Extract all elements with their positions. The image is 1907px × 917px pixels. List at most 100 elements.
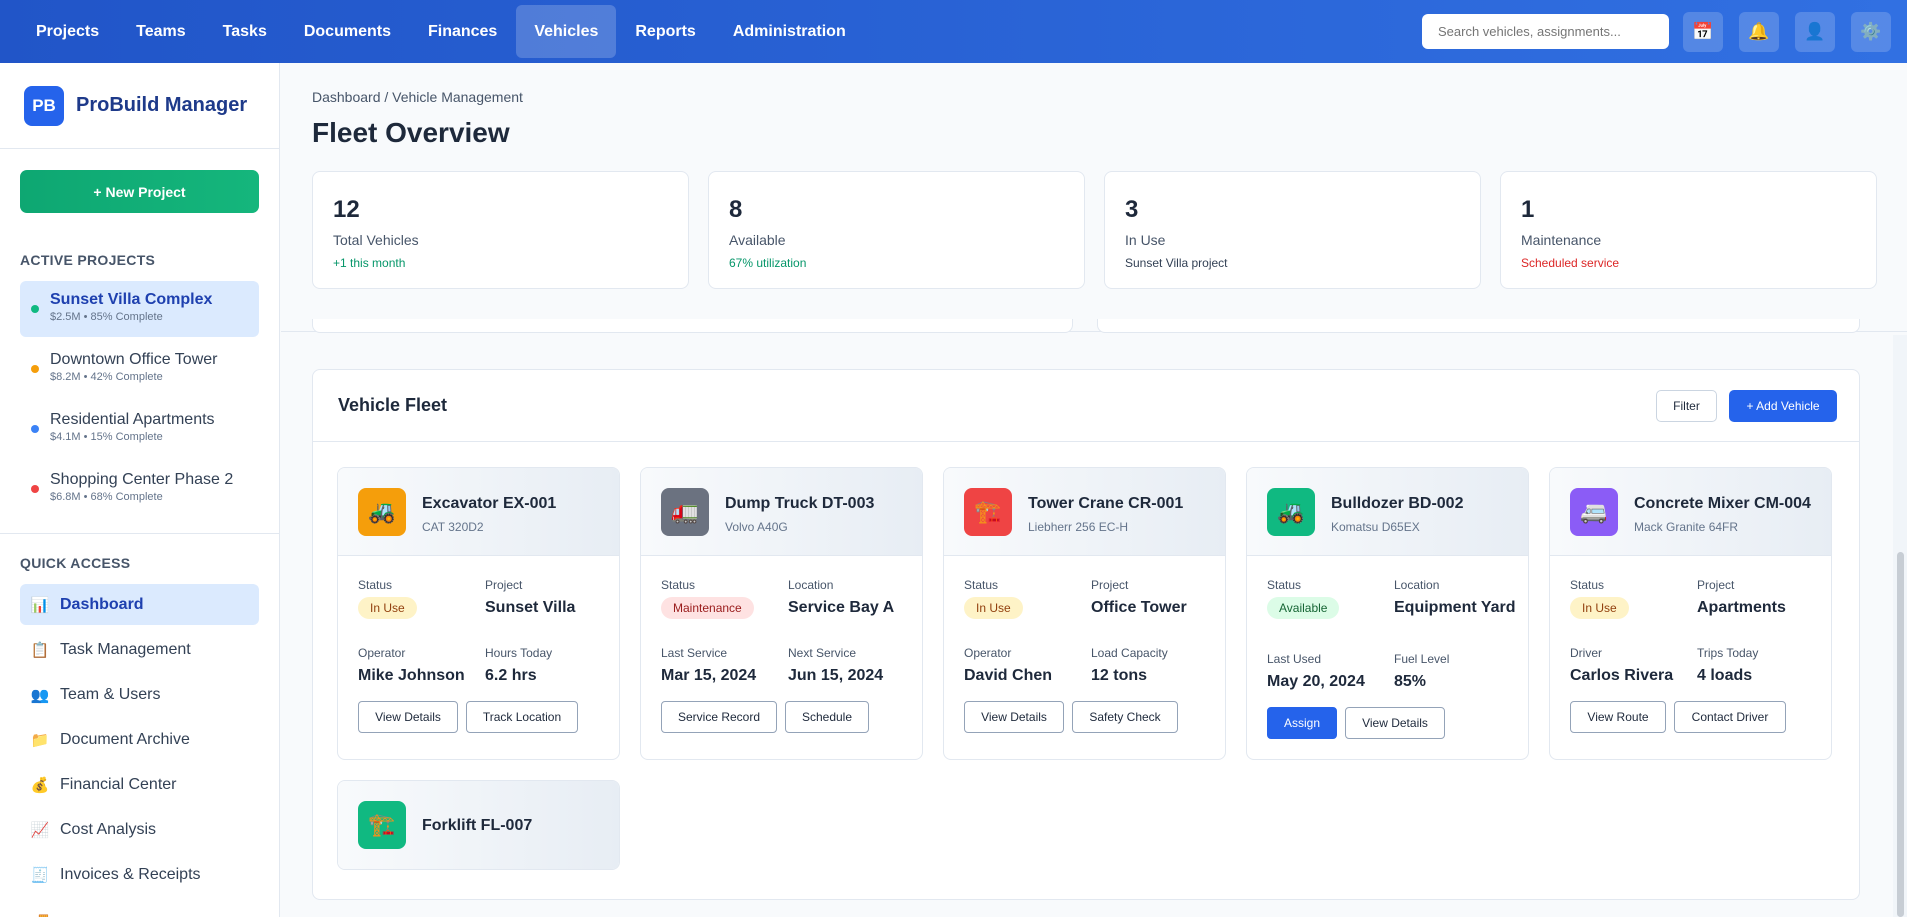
project-field: Project Office Tower xyxy=(1091,578,1216,618)
truck-icon: 🚛 xyxy=(661,488,709,536)
vehicle-model: Volvo A40G xyxy=(725,520,788,534)
field-label: Project xyxy=(485,578,523,592)
project-name: Residential Apartments xyxy=(50,411,215,428)
quick-financial-center[interactable]: 💰 Financial Center xyxy=(20,764,259,805)
quick-label: Task Management xyxy=(60,640,191,658)
project-name: Sunset Villa Complex xyxy=(50,291,213,308)
add-vehicle-button[interactable]: + Add Vehicle xyxy=(1729,390,1837,422)
breadcrumb: Dashboard / Vehicle Management xyxy=(312,89,523,105)
view-details-button[interactable]: View Details xyxy=(1345,707,1445,739)
stat-subtext: 67% utilization xyxy=(729,256,807,270)
project-item-downtown-office[interactable]: Downtown Office Tower $8.2M • 42% Comple… xyxy=(20,341,259,397)
fleet-header: Vehicle Fleet Filter + Add Vehicle xyxy=(313,370,1859,442)
nav-documents[interactable]: Documents xyxy=(286,5,409,58)
vehicle-card-bulldozer: 🚜 Bulldozer BD-002 Komatsu D65EX Status … xyxy=(1246,467,1529,760)
calendar-icon[interactable]: 📅 xyxy=(1683,11,1723,52)
scrollbar-thumb[interactable] xyxy=(1897,552,1904,917)
field-value: Service Bay A xyxy=(788,599,895,616)
vehicle-model: Liebherr 256 EC-H xyxy=(1028,520,1129,534)
nav-vehicles[interactable]: Vehicles xyxy=(516,5,617,58)
field-value: 6.2 hrs xyxy=(485,667,537,684)
field-value: Mike Johnson xyxy=(358,667,465,684)
quick-label: Team & Users xyxy=(60,685,161,703)
nav-finances[interactable]: Finances xyxy=(410,5,515,58)
vehicle-fleet-panel: Vehicle Fleet Filter + Add Vehicle 🚜 Exc… xyxy=(312,369,1860,900)
nav-projects[interactable]: Projects xyxy=(18,5,117,58)
safety-check-button[interactable]: Safety Check xyxy=(1072,701,1178,733)
nav-tasks[interactable]: Tasks xyxy=(205,5,285,58)
nav-actions: 📅 🔔 👤 ⚙️ xyxy=(1422,0,1907,63)
nav-administration[interactable]: Administration xyxy=(715,5,864,58)
field-value: Mar 15, 2024 xyxy=(661,667,757,684)
quick-dashboard[interactable]: 📊 Dashboard xyxy=(20,584,259,625)
hours-field: Hours Today 6.2 hrs xyxy=(485,646,610,686)
view-details-button[interactable]: View Details xyxy=(964,701,1064,733)
quick-cost-analysis[interactable]: 📈 Cost Analysis xyxy=(20,809,259,850)
driver-field: Driver Carlos Rivera xyxy=(1570,646,1695,686)
project-meta: $6.8M • 68% Complete xyxy=(50,491,163,503)
search-input[interactable] xyxy=(1422,14,1669,49)
field-value: Equipment Yard xyxy=(1394,599,1516,616)
field-label: Project xyxy=(1697,578,1735,592)
contact-driver-button[interactable]: Contact Driver xyxy=(1674,701,1786,733)
load-capacity-field: Load Capacity 12 tons xyxy=(1091,646,1216,686)
gear-icon[interactable]: ⚙️ xyxy=(1851,11,1891,52)
field-value: Jun 15, 2024 xyxy=(788,667,884,684)
vehicle-card-header: 🏗️ Tower Crane CR-001 Liebherr 256 EC-H xyxy=(944,468,1225,556)
field-value: May 20, 2024 xyxy=(1267,673,1365,690)
filter-button[interactable]: Filter xyxy=(1656,390,1717,422)
brand: PB ProBuild Manager xyxy=(0,63,279,149)
quick-item-partial[interactable]: 🚚 xyxy=(20,899,259,917)
schedule-button[interactable]: Schedule xyxy=(785,701,869,733)
field-label: Fuel Level xyxy=(1394,652,1450,666)
field-label: Last Service xyxy=(661,646,728,660)
project-item-shopping-center[interactable]: Shopping Center Phase 2 $6.8M • 68% Comp… xyxy=(20,461,259,517)
operator-field: Operator David Chen xyxy=(964,646,1089,686)
project-name: Downtown Office Tower xyxy=(50,351,218,368)
location-field: Location Service Bay A xyxy=(788,578,913,618)
tractor-icon: 🚜 xyxy=(1267,488,1315,536)
status-field: Status Available xyxy=(1267,578,1392,619)
service-record-button[interactable]: Service Record xyxy=(661,701,777,733)
vehicle-card-tower-crane: 🏗️ Tower Crane CR-001 Liebherr 256 EC-H … xyxy=(943,467,1226,760)
bell-icon[interactable]: 🔔 xyxy=(1739,11,1779,52)
stat-number: 8 xyxy=(729,196,743,223)
vehicle-model: Komatsu D65EX xyxy=(1331,520,1420,534)
field-label: Last Used xyxy=(1267,652,1322,666)
field-label: Location xyxy=(1394,578,1440,592)
van-icon: 🚐 xyxy=(1570,488,1618,536)
new-project-button[interactable]: + New Project xyxy=(20,170,259,213)
field-label: Status xyxy=(661,578,696,592)
nav-reports[interactable]: Reports xyxy=(617,5,713,58)
vehicle-name: Concrete Mixer CM-004 xyxy=(1634,495,1811,512)
field-value: 85% xyxy=(1394,673,1427,690)
vehicle-card-header: 🚛 Dump Truck DT-003 Volvo A40G xyxy=(641,468,922,556)
view-route-button[interactable]: View Route xyxy=(1570,701,1666,733)
field-value: David Chen xyxy=(964,667,1053,684)
quick-team-users[interactable]: 👥 Team & Users xyxy=(20,674,259,715)
nav-teams[interactable]: Teams xyxy=(118,5,204,58)
project-name: Shopping Center Phase 2 xyxy=(50,471,234,488)
field-label: Operator xyxy=(358,646,406,660)
track-location-button[interactable]: Track Location xyxy=(466,701,578,733)
status-badge: Available xyxy=(1267,597,1340,619)
assign-button[interactable]: Assign xyxy=(1267,707,1337,739)
view-details-button[interactable]: View Details xyxy=(358,701,458,733)
project-item-residential-apartments[interactable]: Residential Apartments $4.1M • 15% Compl… xyxy=(20,401,259,457)
project-meta: $4.1M • 15% Complete xyxy=(50,431,163,443)
field-label: Hours Today xyxy=(485,646,553,660)
project-item-sunset-villa[interactable]: Sunset Villa Complex $2.5M • 85% Complet… xyxy=(20,281,259,337)
trips-field: Trips Today 4 loads xyxy=(1697,646,1822,686)
vehicle-card-header: 🚜 Excavator EX-001 CAT 320D2 xyxy=(338,468,619,556)
crane-icon: 🏗️ xyxy=(964,488,1012,536)
trend-chart-icon: 📈 xyxy=(30,821,50,839)
panel-remnant xyxy=(1097,319,1860,333)
vehicle-model: Mack Granite 64FR xyxy=(1634,520,1739,534)
stat-card-available: 8 Available 67% utilization xyxy=(708,171,1085,289)
user-icon[interactable]: 👤 xyxy=(1795,11,1835,52)
quick-task-management[interactable]: 📋 Task Management xyxy=(20,629,259,670)
quick-label: Invoices & Receipts xyxy=(60,865,201,883)
quick-invoices-receipts[interactable]: 🧾 Invoices & Receipts xyxy=(20,854,259,895)
field-value: Sunset Villa xyxy=(485,599,576,616)
quick-document-archive[interactable]: 📁 Document Archive xyxy=(20,719,259,760)
